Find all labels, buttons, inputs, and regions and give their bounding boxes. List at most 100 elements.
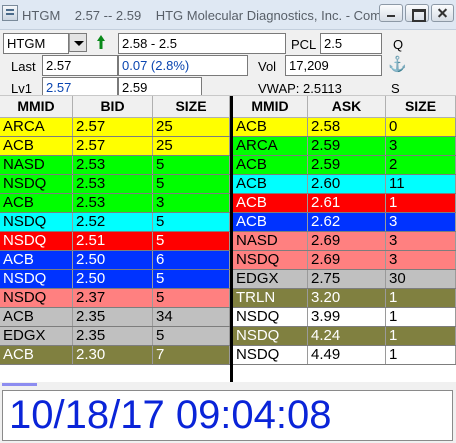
ask-price-cell: 4.49 xyxy=(308,346,386,364)
bid-size-cell: 5 xyxy=(153,289,230,307)
bid-size-cell: 34 xyxy=(153,308,230,326)
ask-mmid-header[interactable]: MMID xyxy=(233,96,308,118)
ask-price-cell: 2.58 xyxy=(308,118,386,136)
ask-row[interactable]: ACB 2.58 0 xyxy=(233,118,456,137)
bid-row[interactable]: NASD 2.53 5 xyxy=(0,156,230,175)
ask-price-cell: 2.60 xyxy=(308,175,386,193)
bid-size-header[interactable]: SIZE xyxy=(153,96,230,118)
ask-price-cell: 4.24 xyxy=(308,327,386,345)
ask-row[interactable]: NSDQ 4.24 1 xyxy=(233,327,456,346)
ask-mmid-cell: ACB xyxy=(233,118,308,136)
bid-mmid-cell: NSDQ xyxy=(0,175,73,193)
bid-price-cell: 2.35 xyxy=(73,327,153,345)
bid-price-cell: 2.30 xyxy=(73,346,153,364)
ask-mmid-cell: NASD xyxy=(233,232,308,250)
vwap-value: 2.5113 xyxy=(303,81,342,96)
bid-row[interactable]: ACB 2.53 3 xyxy=(0,194,230,213)
ask-price-cell: 2.69 xyxy=(308,251,386,269)
bid-row[interactable]: NSDQ 2.37 5 xyxy=(0,289,230,308)
symbol-input[interactable]: HTGM xyxy=(3,33,69,54)
ask-price-cell: 3.20 xyxy=(308,289,386,307)
bid-mmid-header[interactable]: MMID xyxy=(0,96,73,118)
vol-label: Vol xyxy=(258,59,277,74)
pcl-label: PCL xyxy=(291,37,317,52)
bid-row[interactable]: NSDQ 2.50 5 xyxy=(0,270,230,289)
bid-row[interactable]: ARCA 2.57 25 xyxy=(0,118,230,137)
ask-book-pane: MMID ASK SIZE ACB 2.58 0 ARCA 2.59 3 ACB 2.59 2 A… xyxy=(233,96,456,382)
ask-price-header[interactable]: ASK xyxy=(308,96,386,118)
ask-size-cell: 1 xyxy=(386,289,456,307)
bid-book-pane: MMID BID SIZE ARCA 2.57 25 ACB 2.57 25 NASD 2.5… xyxy=(0,96,230,382)
ask-row[interactable]: ACB 2.59 2 xyxy=(233,156,456,175)
ask-mmid-cell: ACB xyxy=(233,156,308,174)
ask-size-cell: 2 xyxy=(386,156,456,174)
ask-row[interactable]: NASD 2.69 3 xyxy=(233,232,456,251)
anchor-icon[interactable]: ⚓ xyxy=(388,56,407,74)
ask-mmid-cell: ACB xyxy=(233,175,308,193)
bid-row[interactable]: ACB 2.50 6 xyxy=(0,251,230,270)
close-button[interactable] xyxy=(431,4,454,22)
app-window-icon xyxy=(2,5,18,21)
ask-mmid-cell: EDGX xyxy=(233,270,308,288)
q-label[interactable]: Q xyxy=(393,37,403,52)
ask-row[interactable]: ACB 2.60 11 xyxy=(233,175,456,194)
bid-price-cell: 2.37 xyxy=(73,289,153,307)
vwap-label: VWAP: xyxy=(258,81,300,96)
ask-size-cell: 1 xyxy=(386,194,456,212)
s-label[interactable]: S xyxy=(391,81,400,96)
minimize-button[interactable] xyxy=(379,4,403,22)
bid-mmid-cell: ACB xyxy=(0,194,73,212)
ask-row[interactable]: ARCA 2.59 3 xyxy=(233,137,456,156)
bid-mmid-cell: ACB xyxy=(0,346,73,364)
clock-display: 10/18/17 09:04:08 xyxy=(2,390,453,441)
bid-mmid-cell: NSDQ xyxy=(0,289,73,307)
ask-price-cell: 2.59 xyxy=(308,137,386,155)
ask-size-cell: 0 xyxy=(386,118,456,136)
bid-row[interactable]: NSDQ 2.52 5 xyxy=(0,213,230,232)
ask-row[interactable]: NSDQ 4.49 1 xyxy=(233,346,456,365)
last-label: Last xyxy=(11,59,36,74)
bid-mmid-cell: NASD xyxy=(0,156,73,174)
ask-row[interactable]: NSDQ 2.69 3 xyxy=(233,251,456,270)
ask-row[interactable]: ACB 2.61 1 xyxy=(233,194,456,213)
bid-size-cell: 5 xyxy=(153,213,230,231)
title-range: 2.57 -- 2.59 xyxy=(74,8,142,23)
volume-field: 17,209 xyxy=(285,55,382,76)
bid-price-cell: 2.51 xyxy=(73,232,153,250)
bid-row[interactable]: EDGX 2.35 5 xyxy=(0,327,230,346)
vwap-display: VWAP: 2.5113 xyxy=(258,81,342,96)
bid-row[interactable]: ACB 2.35 34 xyxy=(0,308,230,327)
lv1-label: Lv1 xyxy=(11,81,32,96)
ask-size-cell: 3 xyxy=(386,137,456,155)
ask-book-empty-area xyxy=(233,365,456,382)
ask-size-cell: 1 xyxy=(386,327,456,345)
ask-price-cell: 2.61 xyxy=(308,194,386,212)
ask-size-cell: 30 xyxy=(386,270,456,288)
bid-mmid-cell: ACB xyxy=(0,251,73,269)
bid-mmid-cell: NSDQ xyxy=(0,213,73,231)
ask-row[interactable]: TRLN 3.20 1 xyxy=(233,289,456,308)
title-symbol: HTGM xyxy=(22,8,61,23)
pcl-field: 2.5 xyxy=(320,33,382,54)
bid-mmid-cell: ACB xyxy=(0,137,73,155)
change-field: 0.07 (2.8%) xyxy=(118,55,248,76)
symbol-dropdown-button[interactable] xyxy=(69,33,87,52)
ask-row[interactable]: ACB 2.62 3 xyxy=(233,213,456,232)
bid-size-cell: 5 xyxy=(153,232,230,250)
maximize-button[interactable] xyxy=(405,4,429,22)
ask-row[interactable]: NSDQ 3.99 1 xyxy=(233,308,456,327)
up-arrow-icon xyxy=(97,35,105,49)
ask-mmid-cell: TRLN xyxy=(233,289,308,307)
bid-row[interactable]: ACB 2.57 25 xyxy=(0,137,230,156)
bid-price-cell: 2.52 xyxy=(73,213,153,231)
bid-row[interactable]: ACB 2.30 7 xyxy=(0,346,230,365)
ask-price-cell: 3.99 xyxy=(308,308,386,326)
ask-size-cell: 3 xyxy=(386,213,456,231)
scroll-indicator[interactable] xyxy=(2,383,37,386)
ask-size-header[interactable]: SIZE xyxy=(386,96,456,118)
bid-price-header[interactable]: BID xyxy=(73,96,153,118)
bid-row[interactable]: NSDQ 2.51 5 xyxy=(0,232,230,251)
bid-price-cell: 2.57 xyxy=(73,118,153,136)
bid-row[interactable]: NSDQ 2.53 5 xyxy=(0,175,230,194)
ask-row[interactable]: EDGX 2.75 30 xyxy=(233,270,456,289)
